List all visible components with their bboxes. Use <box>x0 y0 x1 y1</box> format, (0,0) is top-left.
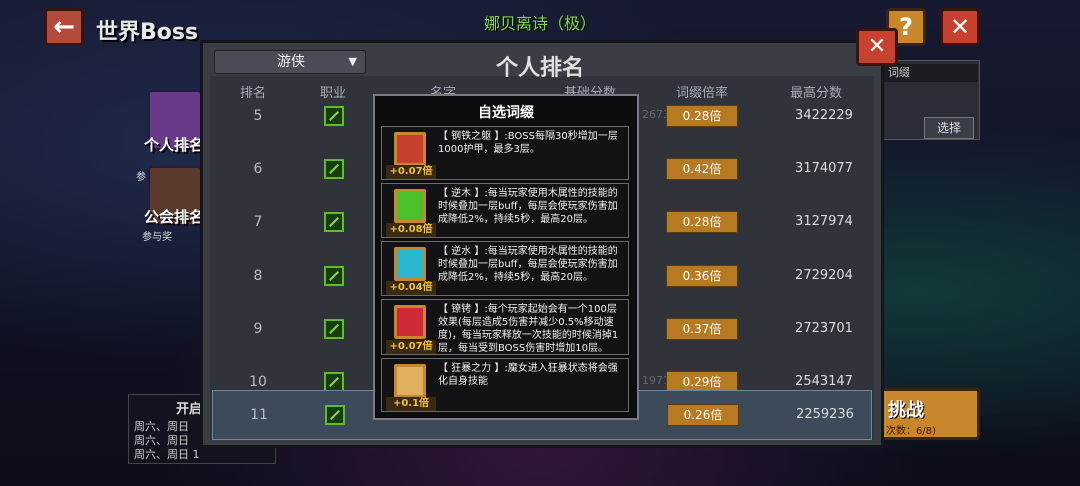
max-score-cell: 2723701 <box>795 321 853 336</box>
tab-guild-rank-label: 公会排名 <box>144 208 205 226</box>
ranger-class-icon <box>324 212 344 232</box>
open-time-title: 开启 <box>176 402 203 417</box>
affix-option[interactable]: +0.08倍【 逆木 】:每当玩家使用木属性的技能的时候叠加一层buff，每层会… <box>381 183 629 238</box>
down-arrow-icon <box>394 305 426 339</box>
affix-description: 【 逆木 】:每当玩家使用木属性的技能的时候叠加一层buff，每层会使玩家伤害加… <box>438 188 618 225</box>
blue-wing-icon <box>394 247 426 281</box>
select-button[interactable]: 选择 <box>924 117 974 139</box>
tab-personal-rank-label: 个人排名 <box>144 136 205 154</box>
rank-cell: 8 <box>253 268 263 284</box>
multiplier-badge: 0.26倍 <box>667 404 739 426</box>
close-icon: ✕ <box>867 34 887 59</box>
affix-option[interactable]: +0.07倍【 钢铁之躯 】:BOSS每隔30秒增加一层1000护甲，最多3层。 <box>381 126 629 180</box>
affix-option[interactable]: +0.1倍【 狂暴之力 】:魔女进入狂暴状态将会强化自身技能 <box>381 358 629 412</box>
affix-description: 【 镣铐 】:每个玩家起始会有一个100层效果(每层造成5伤害并减少0.5%移动… <box>438 304 619 354</box>
question-icon: ? <box>899 13 913 41</box>
ranger-class-icon <box>324 319 344 339</box>
max-score-cell: 2259236 <box>796 407 854 422</box>
affix-description: 【 钢铁之躯 】:BOSS每隔30秒增加一层1000护甲，最多3层。 <box>438 131 618 155</box>
ranger-class-icon <box>324 266 344 286</box>
max-score-cell: 3174077 <box>795 161 853 176</box>
multiplier-badge: 0.28倍 <box>666 105 738 127</box>
rage-face-icon <box>394 364 426 398</box>
affix-bonus: +0.1倍 <box>386 397 436 411</box>
challenge-count: 次数：6/8) <box>886 426 936 437</box>
max-score-cell: 3127974 <box>795 214 853 229</box>
affix-option[interactable]: +0.04倍【 逆水 】:每当玩家使用水属性的技能的时候叠加一层buff，每层会… <box>381 241 629 296</box>
ranger-class-icon <box>324 106 344 126</box>
max-score-cell: 2729204 <box>795 268 853 283</box>
affix-modal-title: 自选词缀 <box>478 105 534 121</box>
affix-description: 【 狂暴之力 】:魔女进入狂暴状态将会强化自身技能 <box>438 363 618 387</box>
ranger-class-icon <box>324 372 344 392</box>
affix-description: 【 逆水 】:每当玩家使用水属性的技能的时候叠加一层buff，每层会使玩家伤害加… <box>438 246 618 283</box>
rank-cell: 5 <box>253 108 263 124</box>
ranking-title: 个人排名 <box>495 56 584 81</box>
rank-cell: 7 <box>253 214 263 230</box>
demon-face-icon <box>394 132 426 166</box>
rank-cell: 9 <box>253 321 263 337</box>
tab-personal-rank-sub: 参 <box>136 172 146 183</box>
green-wing-icon <box>394 189 426 223</box>
multiplier-badge: 0.28倍 <box>666 211 738 233</box>
affix-bonus: +0.08倍 <box>386 223 436 237</box>
rank-cell: 10 <box>249 374 267 390</box>
affix-option[interactable]: +0.07倍【 镣铐 】:每个玩家起始会有一个100层效果(每层造成5伤害并减少… <box>381 299 629 355</box>
ranger-class-icon <box>325 405 345 425</box>
multiplier-badge: 0.42倍 <box>666 158 738 180</box>
affix-field: 词缀 <box>884 64 978 82</box>
rank-cell: 6 <box>253 161 263 177</box>
ranger-class-icon <box>324 159 344 179</box>
affix-bonus: +0.07倍 <box>386 340 436 354</box>
affix-bonus: +0.07倍 <box>386 165 436 179</box>
max-score-cell: 2543147 <box>795 374 853 389</box>
class-filter-value: 游侠 <box>277 54 305 70</box>
close-icon: ✕ <box>949 13 971 41</box>
affix-bonus: +0.04倍 <box>386 281 436 295</box>
class-filter-select[interactable]: 游侠 ▼ <box>214 50 366 74</box>
multiplier-badge: 0.36倍 <box>666 265 738 287</box>
chevron-down-icon: ▼ <box>348 55 357 68</box>
close-page-button[interactable]: ✕ <box>940 8 980 46</box>
challenge-label: 挑战 <box>888 400 924 421</box>
open-time-line: 周六、周日 1 <box>134 448 200 461</box>
multiplier-badge: 0.37倍 <box>666 318 738 340</box>
ranking-close-button[interactable]: ✕ <box>856 28 898 66</box>
rank-cell: 11 <box>250 407 268 423</box>
tab-guild-rank-sub: 参与奖 <box>142 232 172 243</box>
max-score-cell: 3422229 <box>795 108 853 123</box>
